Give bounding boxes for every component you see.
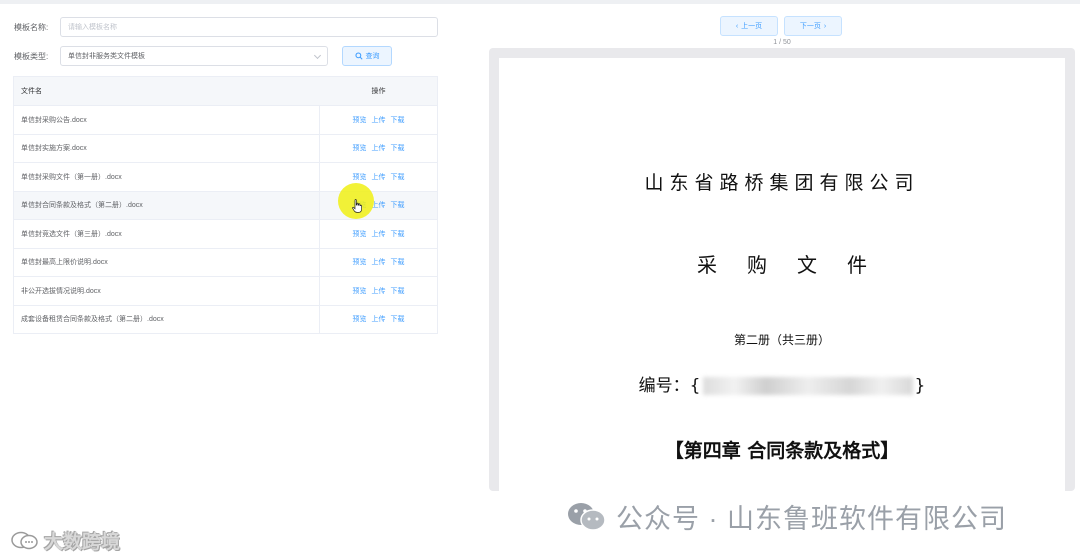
chat-bubbles-icon	[11, 531, 38, 549]
column-header-actions: 操作	[371, 88, 386, 95]
redacted-number	[702, 377, 913, 395]
actions-cell: 预览上传下载	[320, 220, 437, 248]
next-page-button[interactable]: 下一页 ›	[784, 16, 842, 36]
preview-link[interactable]: 预览	[353, 143, 367, 153]
template-type-row: 模板类型: 单信封非服务类文件模板	[14, 46, 328, 66]
actions-cell: 预览上传下载	[320, 249, 437, 277]
document-page: 山东省路桥集团有限公司 采购文件 第二册（共三册） 编号：{} 【第四章 合同条…	[499, 58, 1065, 491]
template-name-label: 模板名称:	[14, 22, 49, 32]
previous-page-label: 上一页	[741, 23, 763, 30]
file-name-cell: 单信封采购文件（第一册）.docx	[14, 163, 320, 191]
table-row[interactable]: 单信封采购文件（第一册）.docx 预览 上传 下载	[14, 162, 437, 191]
table-row[interactable]: 非公开选拔情况说明.docx 预览 上传 下载	[14, 276, 437, 305]
template-file-table: 文件名 操作 单信封采购公告.docx 预览 上传 下载 单信封实施方案.docx 预览上…	[13, 76, 438, 334]
actions-cell: 预览上传下载	[320, 135, 437, 163]
actions-cell: 预览上传下载	[320, 106, 437, 134]
document-title: 采购文件	[697, 253, 897, 277]
table-row[interactable]: 单信封采购公告.docx 预览 上传 下载	[14, 105, 437, 134]
download-link[interactable]: 下载	[391, 143, 405, 153]
upload-link[interactable]: 上传	[372, 286, 386, 296]
download-link[interactable]: 下载	[391, 115, 405, 125]
table-row[interactable]: 成套设备租赁合同条款及格式（第二册）.docx 预览 上传 下载	[14, 304, 437, 334]
upload-link[interactable]: 上传	[372, 229, 386, 239]
hand-pointer-icon	[352, 199, 362, 213]
template-type-label: 模板类型:	[14, 51, 49, 61]
watermark-right: 公众号 · 山东鲁班软件有限公司	[566, 497, 1007, 536]
preview-link[interactable]: 预览	[353, 172, 367, 182]
preview-link[interactable]: 预览	[353, 115, 367, 125]
query-button[interactable]: 查询	[342, 46, 392, 66]
document-volume: 第二册（共三册）	[733, 333, 830, 347]
search-icon	[354, 52, 363, 60]
top-band	[0, 0, 1080, 4]
next-page-label: 下一页	[799, 23, 821, 30]
upload-link[interactable]: 上传	[372, 115, 386, 125]
watermark-right-text: 公众号 · 山东鲁班软件有限公司	[616, 504, 1007, 534]
upload-link[interactable]: 上传	[372, 314, 386, 324]
template-name-row: 模板名称: 请输入模板名称	[14, 17, 438, 37]
template-name-input[interactable]: 请输入模板名称	[60, 17, 438, 37]
download-link[interactable]: 下载	[391, 200, 405, 210]
table-header: 文件名 操作	[14, 77, 437, 105]
table-row[interactable]: 单信封竞选文件（第三册）.docx 预览 上传 下载	[14, 219, 437, 248]
template-type-value: 单信封非服务类文件模板	[68, 53, 145, 60]
preview-link[interactable]: 预览	[353, 286, 367, 296]
wechat-icon	[568, 502, 606, 531]
document-number-suffix: }	[914, 376, 926, 396]
file-name-cell: 单信封合同条款及格式（第二册）.docx	[14, 191, 320, 219]
query-button-label: 查询	[365, 53, 380, 60]
file-name-cell: 非公开选拔情况说明.docx	[14, 277, 320, 305]
page-indicator: 1 / 50	[773, 39, 791, 46]
actions-cell: 预览上传下载	[320, 277, 437, 305]
download-link[interactable]: 下载	[391, 229, 405, 239]
chevron-right-icon: ›	[823, 22, 827, 30]
file-name-cell: 单信封采购公告.docx	[14, 106, 320, 134]
download-link[interactable]: 下载	[391, 314, 405, 324]
upload-link[interactable]: 上传	[372, 172, 386, 182]
preview-link[interactable]: 预览	[353, 257, 367, 267]
download-link[interactable]: 下载	[391, 172, 405, 182]
document-number-prefix: 编号：{	[638, 376, 701, 396]
file-name-cell: 单信封实施方案.docx	[14, 134, 320, 162]
watermark-left-text: 大数跨境	[44, 532, 121, 553]
file-name-cell: 单信封竞选文件（第三册）.docx	[14, 220, 320, 248]
preview-link[interactable]: 预览	[353, 314, 367, 324]
table-row[interactable]: 单信封最高上限价说明.docx 预览 上传 下载	[14, 247, 437, 277]
watermark-left: 大数跨境	[10, 527, 120, 554]
document-chapter: 【第四章 合同条款及格式】	[664, 440, 900, 462]
file-name-cell: 成套设备租赁合同条款及格式（第二册）.docx	[14, 305, 320, 333]
table-row[interactable]: 单信封实施方案.docx 预览 上传 下载	[14, 133, 437, 163]
template-name-placeholder: 请输入模板名称	[68, 24, 117, 31]
preview-link[interactable]: 预览	[353, 229, 367, 239]
document-number: 编号：{}	[499, 371, 1065, 396]
file-name-cell: 单信封最高上限价说明.docx	[14, 248, 320, 276]
actions-cell: 预览上传下载	[320, 306, 437, 334]
download-link[interactable]: 下载	[391, 286, 405, 296]
actions-cell: 预览上传下载	[320, 163, 437, 191]
upload-link[interactable]: 上传	[372, 257, 386, 267]
chevron-down-icon	[313, 51, 322, 60]
upload-link[interactable]: 上传	[372, 143, 386, 153]
template-type-select[interactable]: 单信封非服务类文件模板	[60, 46, 328, 66]
document-company: 山东省路桥集团有限公司	[644, 172, 920, 194]
table-body: 单信封采购公告.docx 预览 上传 下载 单信封实施方案.docx 预览 上传 下载 单信封采…	[14, 105, 437, 333]
download-link[interactable]: 下载	[391, 257, 405, 267]
chevron-left-icon: ‹	[735, 22, 739, 30]
previous-page-button[interactable]: ‹ 上一页	[720, 16, 778, 36]
column-header-filename: 文件名	[21, 88, 42, 95]
